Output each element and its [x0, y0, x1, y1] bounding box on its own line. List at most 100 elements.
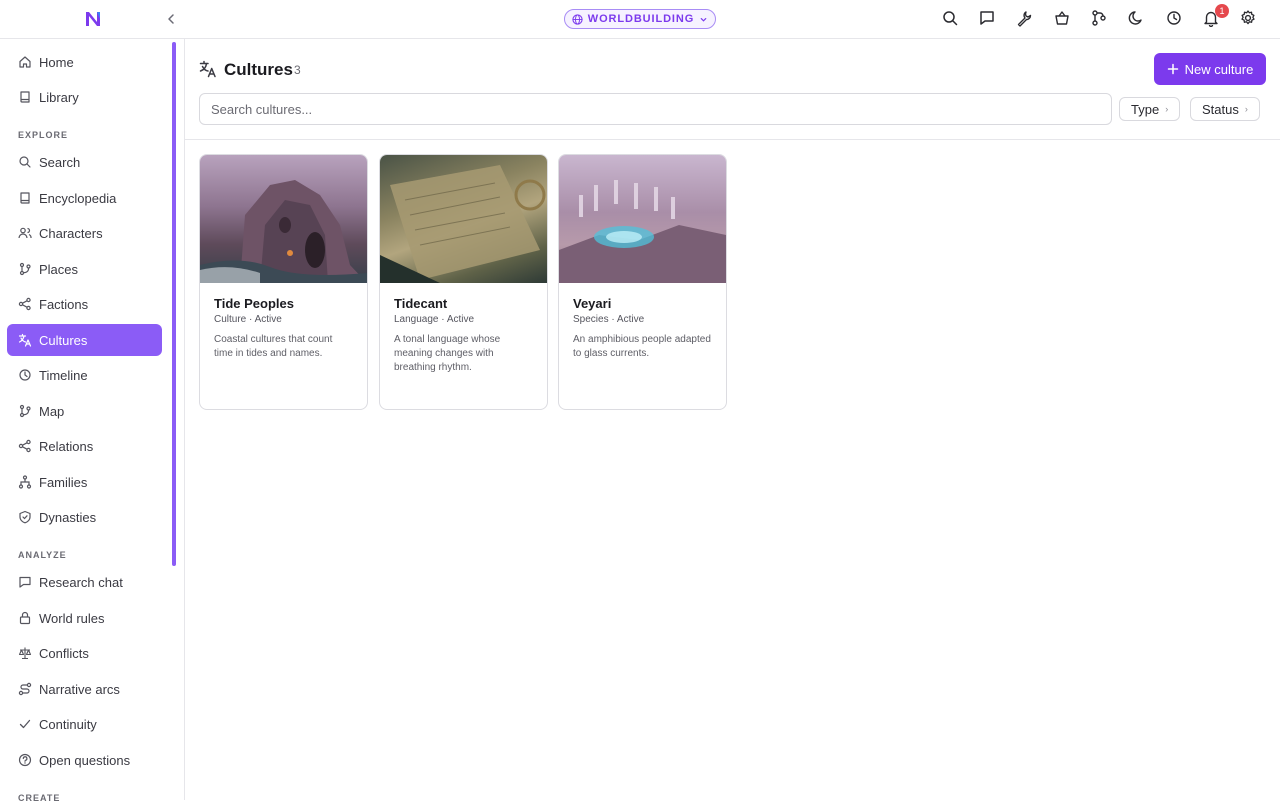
- sidebar-item-label: World rules: [39, 610, 105, 626]
- sidebar-item-label: Search: [39, 154, 81, 170]
- card-title: Tide Peoples: [214, 296, 294, 311]
- section-label-explore: EXPLORE: [18, 130, 69, 140]
- sidebar-item-label: Relations: [39, 438, 94, 454]
- sidebar-item-label: Library: [39, 89, 79, 105]
- sidebar-item-label: Continuity: [39, 716, 97, 732]
- sidebar-item-factions[interactable]: Factions: [7, 288, 162, 320]
- type-filter-label: Type: [1131, 101, 1160, 117]
- translate-icon: [199, 60, 216, 78]
- chevron-right-icon: ›: [1244, 104, 1248, 114]
- tree-icon: [18, 475, 32, 489]
- card-image: [200, 155, 367, 283]
- sidebar-item-label: Timeline: [39, 367, 88, 383]
- sidebar-item-label: Research chat: [39, 574, 123, 590]
- sidebar-item-label: Factions: [39, 296, 89, 312]
- collapse-sidebar-icon[interactable]: [163, 11, 179, 27]
- sidebar-item-relations[interactable]: Relations: [7, 430, 162, 462]
- share-icon: [18, 439, 31, 453]
- chevron-down-icon: [700, 17, 707, 22]
- sidebar-item-world-rules[interactable]: World rules: [7, 602, 162, 634]
- sidebar-item-label: Places: [39, 261, 79, 277]
- sidebar-item-research-chat[interactable]: Research chat: [7, 566, 162, 598]
- card-description: A tonal language whose meaning changes w…: [394, 334, 501, 373]
- branch-icon: [19, 404, 31, 418]
- sidebar-item-home[interactable]: Home: [7, 46, 162, 78]
- sidebar-item-encyclopedia[interactable]: Encyclopedia: [7, 182, 162, 214]
- notification-badge: 1: [1215, 4, 1229, 18]
- home-icon: [19, 56, 31, 68]
- route-icon: [18, 682, 32, 696]
- status-filter-label: Status: [1202, 101, 1239, 117]
- sidebar-item-label: Home: [39, 54, 74, 70]
- main-content: Cultures 3 New culture Type › Status ›: [185, 39, 1280, 800]
- search-input[interactable]: [199, 93, 1112, 125]
- page-header: Cultures 3 New culture Type › Status ›: [185, 39, 1280, 140]
- sidebar-item-map[interactable]: Map: [7, 395, 162, 427]
- search-icon[interactable]: [941, 9, 959, 27]
- sidebar-item-narrative-arcs[interactable]: Narrative arcs: [7, 673, 162, 705]
- clock-icon: [19, 369, 31, 381]
- wrench-icon[interactable]: [1015, 9, 1033, 27]
- scale-icon: [18, 647, 32, 660]
- sidebar-item-label: Encyclopedia: [39, 190, 117, 206]
- moon-icon[interactable]: [1127, 9, 1145, 27]
- sidebar-item-label: Dynasties: [39, 509, 97, 525]
- card-image: [380, 155, 547, 283]
- sidebar-item-label: Cultures: [39, 332, 88, 348]
- top-bar: WORLDBUILDING 1: [0, 0, 1280, 39]
- sidebar-item-timeline[interactable]: Timeline: [7, 359, 162, 391]
- sidebar-item-open-questions[interactable]: Open questions: [7, 744, 162, 776]
- translate-icon: [18, 333, 32, 347]
- sidebar-item-label: Open questions: [39, 752, 131, 768]
- users-icon: [18, 227, 32, 239]
- search-icon: [19, 156, 31, 168]
- card-image: [559, 155, 726, 283]
- card-title: Tidecant: [394, 296, 448, 311]
- status-filter[interactable]: Status ›: [1190, 97, 1260, 121]
- sidebar-item-conflicts[interactable]: Conflicts: [7, 637, 162, 669]
- sidebar-item-characters[interactable]: Characters: [7, 217, 162, 249]
- mode-label: WORLDBUILDING: [587, 13, 695, 25]
- branch-icon: [19, 262, 31, 276]
- new-culture-label: New culture: [1184, 61, 1254, 77]
- share-icon: [18, 297, 31, 311]
- sidebar-item-dynasties[interactable]: Dynasties: [7, 501, 162, 533]
- lock-icon: [19, 611, 31, 625]
- sidebar-item-places[interactable]: Places: [7, 253, 162, 285]
- card-meta: Language · Active: [394, 314, 475, 325]
- app-logo-icon[interactable]: [84, 10, 102, 28]
- sidebar-item-families[interactable]: Families: [7, 466, 162, 498]
- card-title: Veyari: [573, 296, 612, 311]
- chat-icon[interactable]: [978, 9, 996, 27]
- card-meta: Species · Active: [573, 314, 645, 325]
- culture-card[interactable]: Tidecant Language · Active A tonal langu…: [379, 154, 548, 410]
- new-culture-button[interactable]: New culture: [1154, 53, 1266, 85]
- card-description: Coastal cultures that count time in tide…: [214, 334, 333, 359]
- section-label-analyze: ANALYZE: [18, 550, 67, 560]
- clock-icon[interactable]: [1165, 9, 1183, 27]
- page-title: Cultures: [224, 60, 293, 79]
- sidebar-item-label: Map: [39, 403, 65, 419]
- shield-icon: [19, 510, 31, 524]
- culture-card[interactable]: Tide Peoples Culture · Active Coastal cu…: [199, 154, 368, 410]
- sidebar-item-search[interactable]: Search: [7, 146, 162, 178]
- sidebar-scrollbar[interactable]: [172, 42, 176, 566]
- git-branch-icon[interactable]: [1090, 9, 1108, 27]
- chevron-right-icon: ›: [1165, 104, 1169, 114]
- gear-icon[interactable]: [1239, 9, 1257, 27]
- sidebar-item-label: Families: [39, 474, 88, 490]
- check-icon: [19, 719, 31, 729]
- sidebar-item-continuity[interactable]: Continuity: [7, 708, 162, 740]
- sidebar-item-label: Conflicts: [39, 645, 89, 661]
- globe-icon: [572, 13, 583, 25]
- type-filter[interactable]: Type ›: [1119, 97, 1181, 121]
- help-icon: [18, 753, 32, 767]
- culture-card[interactable]: Veyari Species · Active An amphibious pe…: [558, 154, 727, 410]
- plus-icon: [1167, 63, 1178, 75]
- basket-icon[interactable]: [1053, 9, 1071, 27]
- sidebar-item-library[interactable]: Library: [7, 81, 162, 113]
- sidebar-item-cultures[interactable]: Cultures: [7, 324, 162, 356]
- book-icon: [20, 91, 30, 103]
- mode-selector[interactable]: WORLDBUILDING: [564, 9, 716, 29]
- chat-icon: [19, 576, 31, 588]
